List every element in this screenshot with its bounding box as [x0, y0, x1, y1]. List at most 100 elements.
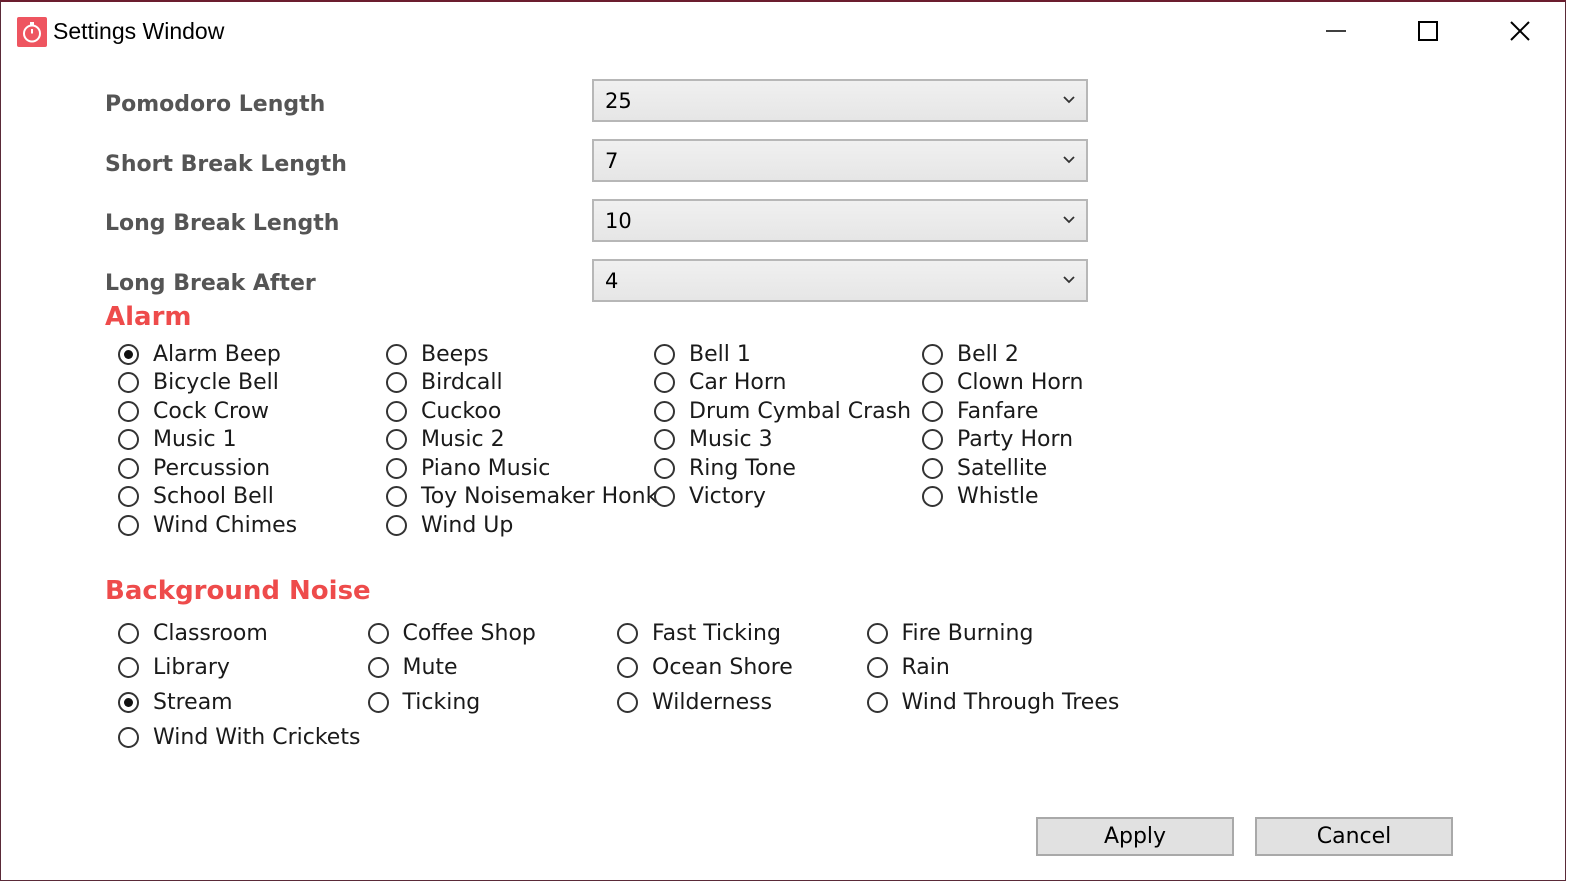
radio-button[interactable] — [922, 372, 943, 393]
alarm-option-bell-1[interactable]: Bell 1 — [654, 340, 751, 368]
noise-option-library[interactable]: Library — [118, 654, 230, 682]
radio-button[interactable] — [386, 486, 407, 507]
noise-option-wind-through-trees[interactable]: Wind Through Trees — [866, 688, 1119, 716]
radio-button[interactable] — [386, 343, 407, 365]
long-break-after-select[interactable]: 4 — [592, 259, 1088, 302]
alarm-option-percussion[interactable]: Percussion — [118, 454, 270, 482]
radio-button[interactable] — [922, 343, 943, 365]
alarm-option-toy-noisemaker-honk[interactable]: Toy Noisemaker Honk — [386, 483, 658, 511]
radio-button[interactable] — [654, 343, 675, 365]
radio-button[interactable] — [922, 400, 943, 422]
alarm-option-clown-horn[interactable]: Clown Horn — [922, 369, 1083, 397]
noise-option-ocean-shore[interactable]: Ocean Shore — [617, 654, 793, 682]
radio-button[interactable] — [118, 622, 139, 644]
noise-option-wind-with-crickets[interactable]: Wind With Crickets — [118, 723, 360, 751]
alarm-option-fanfare[interactable]: Fanfare — [922, 397, 1038, 425]
radio-button[interactable] — [654, 486, 675, 507]
alarm-option-beeps[interactable]: Beeps — [386, 340, 489, 368]
radio-button[interactable] — [386, 514, 407, 536]
radio-selected-dot — [124, 349, 133, 359]
radio-button[interactable] — [118, 486, 139, 507]
alarm-option-music-1[interactable]: Music 1 — [118, 426, 237, 454]
alarm-option-car-horn[interactable]: Car Horn — [654, 369, 787, 397]
radio-label: Fast Ticking — [652, 620, 781, 646]
radio-button[interactable] — [118, 457, 139, 479]
alarm-option-piano-music[interactable]: Piano Music — [386, 454, 550, 482]
noise-option-wilderness[interactable]: Wilderness — [617, 688, 772, 716]
radio-button[interactable] — [866, 657, 888, 679]
radio-button[interactable] — [922, 486, 943, 507]
settings-window: Settings Window Pomodoro Length 25 Short… — [0, 0, 1566, 881]
alarm-option-drum-cymbal-crash[interactable]: Drum Cymbal Crash — [654, 397, 911, 425]
apply-button[interactable]: Apply — [1036, 817, 1234, 856]
alarm-option-victory[interactable]: Victory — [654, 483, 766, 511]
radio-button[interactable] — [367, 657, 389, 679]
noise-option-rain[interactable]: Rain — [866, 654, 950, 682]
alarm-option-cock-crow[interactable]: Cock Crow — [118, 397, 269, 425]
radio-button[interactable] — [118, 372, 139, 393]
radio-label: Cuckoo — [421, 398, 502, 424]
radio-button[interactable] — [367, 691, 389, 713]
radio-label: Wind With Crickets — [153, 724, 361, 750]
close-icon — [1510, 21, 1530, 41]
radio-button[interactable] — [654, 400, 675, 422]
alarm-option-satellite[interactable]: Satellite — [922, 454, 1047, 482]
radio-button[interactable] — [118, 400, 139, 422]
radio-button[interactable] — [118, 343, 139, 365]
noise-option-fire-burning[interactable]: Fire Burning — [866, 619, 1033, 647]
long-break-length-select[interactable]: 10 — [592, 199, 1088, 242]
radio-button[interactable] — [118, 657, 139, 679]
alarm-option-school-bell[interactable]: School Bell — [118, 483, 274, 511]
radio-button[interactable] — [386, 457, 407, 479]
radio-button[interactable] — [617, 691, 638, 713]
noise-option-mute[interactable]: Mute — [367, 654, 458, 682]
minimize-button[interactable] — [1313, 12, 1359, 50]
noise-option-ticking[interactable]: Ticking — [367, 688, 481, 716]
alarm-option-alarm-beep[interactable]: Alarm Beep — [118, 340, 281, 368]
radio-button[interactable] — [617, 657, 638, 679]
radio-label: Coffee Shop — [402, 620, 536, 646]
alarm-option-music-2[interactable]: Music 2 — [386, 426, 505, 454]
short-break-length-select[interactable]: 7 — [592, 139, 1088, 182]
radio-button[interactable] — [922, 457, 943, 479]
alarm-option-bell-2[interactable]: Bell 2 — [922, 340, 1019, 368]
noise-option-coffee-shop[interactable]: Coffee Shop — [367, 619, 536, 647]
window-title: Settings Window — [53, 18, 225, 44]
radio-label: Drum Cymbal Crash — [689, 398, 912, 424]
alarm-option-cuckoo[interactable]: Cuckoo — [386, 397, 501, 425]
maximize-button[interactable] — [1405, 12, 1451, 50]
noise-option-stream[interactable]: Stream — [118, 688, 233, 716]
radio-button[interactable] — [386, 400, 407, 422]
radio-button[interactable] — [866, 622, 888, 644]
radio-button[interactable] — [617, 622, 638, 644]
radio-button[interactable] — [654, 457, 675, 479]
radio-button[interactable] — [386, 429, 407, 450]
alarm-option-music-3[interactable]: Music 3 — [654, 426, 773, 454]
radio-button[interactable] — [118, 691, 139, 713]
alarm-option-whistle[interactable]: Whistle — [922, 483, 1039, 511]
alarm-option-party-horn[interactable]: Party Horn — [922, 426, 1073, 454]
radio-button[interactable] — [654, 429, 675, 450]
radio-button[interactable] — [118, 514, 139, 536]
radio-label: Classroom — [153, 620, 268, 646]
radio-label: Bell 2 — [957, 341, 1019, 367]
pomodoro-length-select[interactable]: 25 — [592, 79, 1088, 122]
radio-button[interactable] — [386, 372, 407, 393]
alarm-option-wind-up[interactable]: Wind Up — [386, 511, 513, 539]
radio-label: Ticking — [402, 689, 481, 715]
noise-option-classroom[interactable]: Classroom — [118, 619, 268, 647]
cancel-button[interactable]: Cancel — [1255, 817, 1453, 856]
close-button[interactable] — [1497, 12, 1543, 50]
noise-option-fast-ticking[interactable]: Fast Ticking — [617, 619, 781, 647]
alarm-option-ring-tone[interactable]: Ring Tone — [654, 454, 796, 482]
alarm-option-wind-chimes[interactable]: Wind Chimes — [118, 511, 297, 539]
radio-button[interactable] — [922, 429, 943, 450]
radio-button[interactable] — [118, 429, 139, 450]
radio-button[interactable] — [866, 691, 888, 713]
radio-button[interactable] — [367, 622, 389, 644]
alarm-option-birdcall[interactable]: Birdcall — [386, 369, 503, 397]
radio-button[interactable] — [654, 372, 675, 393]
radio-button[interactable] — [118, 726, 139, 748]
alarm-option-bicycle-bell[interactable]: Bicycle Bell — [118, 369, 279, 397]
chevron-down-icon — [1063, 96, 1075, 104]
